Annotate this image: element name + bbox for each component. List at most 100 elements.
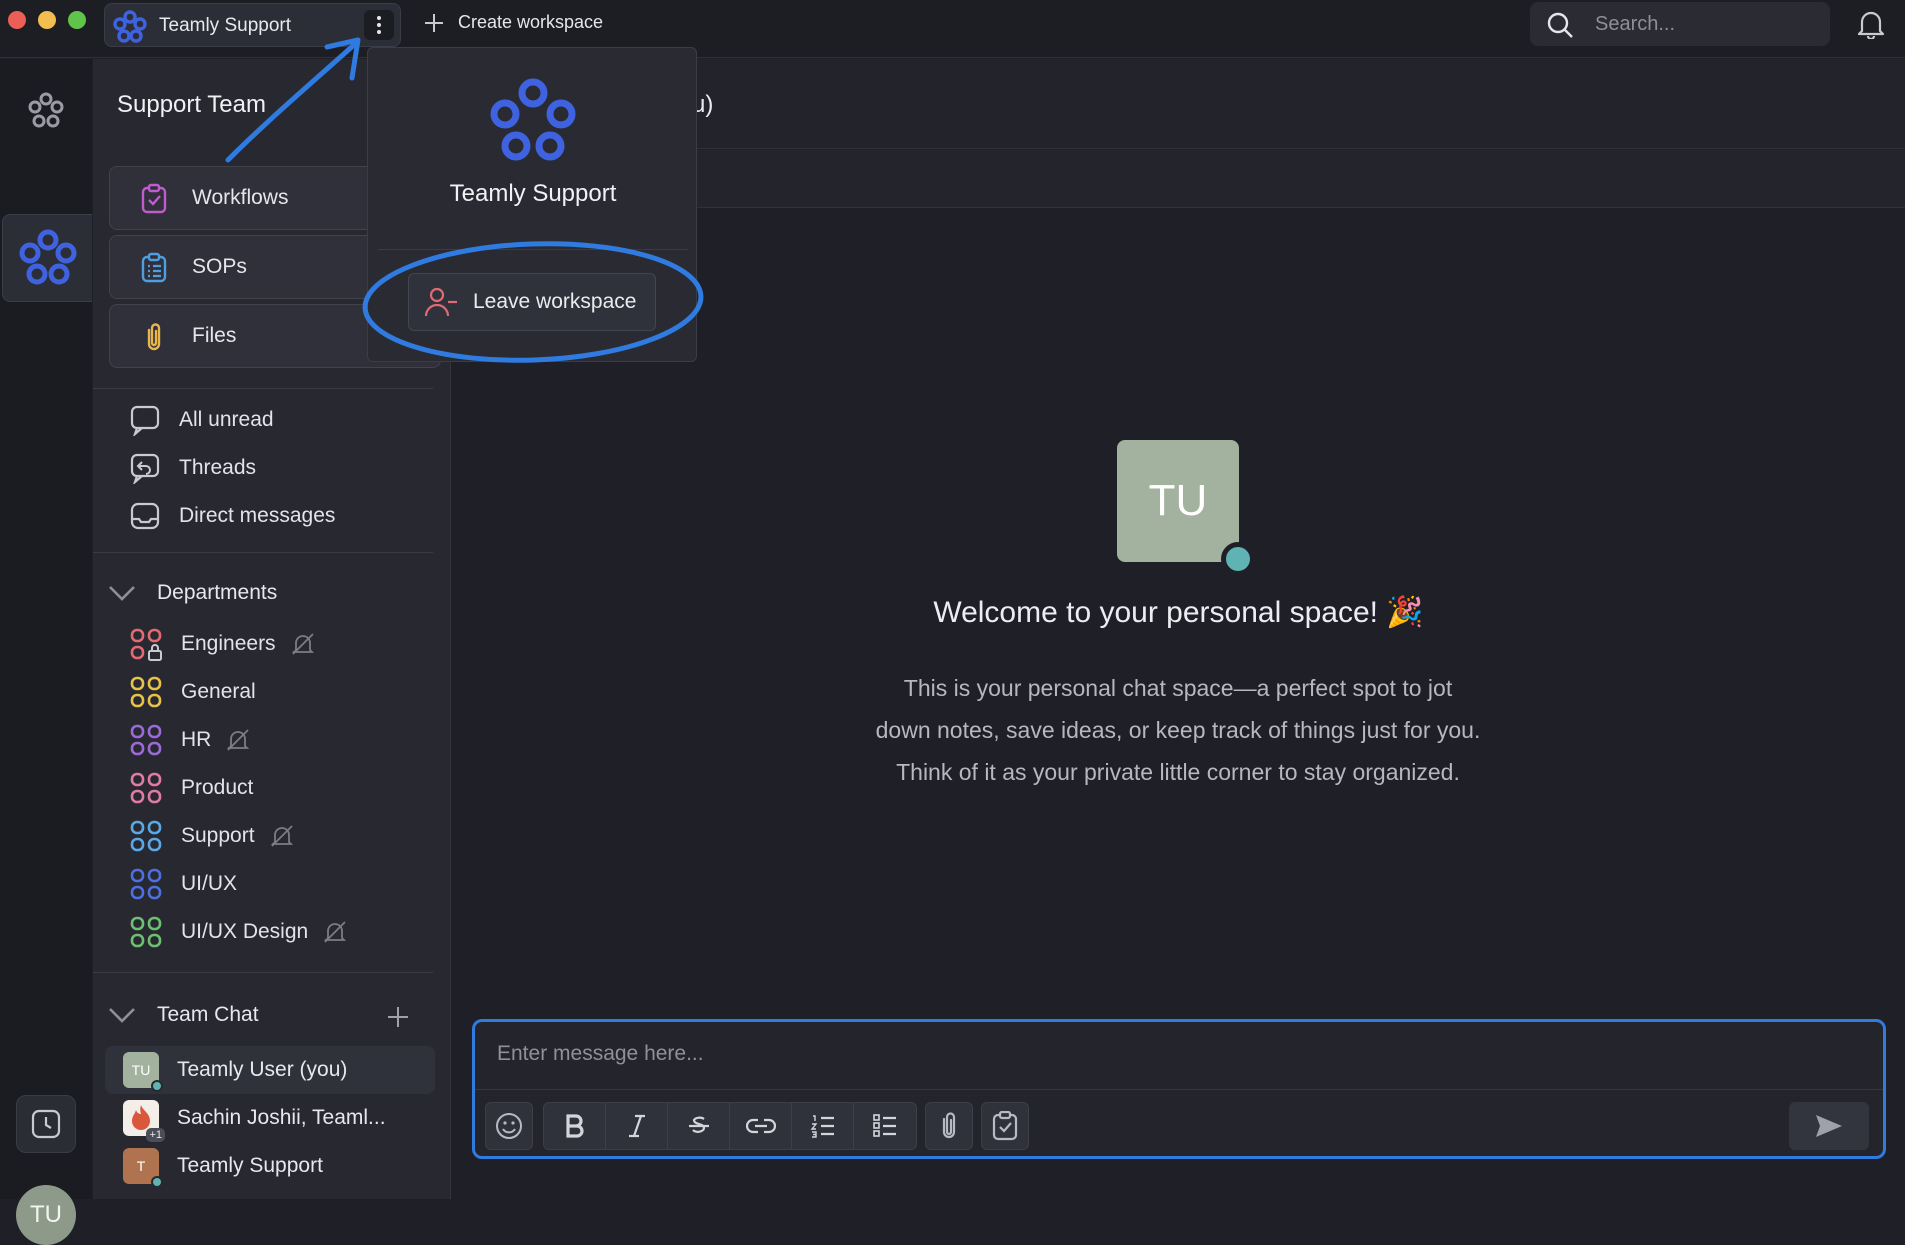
bullet-list-button[interactable] — [854, 1103, 916, 1149]
personal-space-avatar: TU — [1117, 440, 1255, 576]
link-button[interactable] — [730, 1103, 792, 1149]
nav-label: Threads — [179, 456, 257, 479]
clipboard-list-icon — [141, 252, 167, 283]
title-bar: Teamly Support Create workspace Search..… — [0, 0, 1905, 58]
channel-label: UI/UX — [181, 872, 238, 895]
bullet-list-icon — [873, 1114, 896, 1137]
avatar: +1 — [123, 1100, 165, 1142]
workspace-rail: TU — [0, 59, 92, 1245]
strikethrough-icon — [688, 1116, 709, 1133]
bold-icon — [565, 1114, 584, 1138]
departments-header[interactable]: Departments — [107, 581, 277, 605]
workspace-tab[interactable]: Teamly Support — [104, 3, 401, 47]
team-chat-label: Team Chat — [157, 1003, 259, 1026]
avatar-initials: TU — [131, 1062, 151, 1078]
bell-icon[interactable] — [1857, 9, 1885, 39]
online-status-dot — [151, 1176, 163, 1188]
avatar: T — [123, 1148, 163, 1188]
online-status-dot — [151, 1080, 163, 1092]
user-minus-icon — [424, 287, 457, 317]
nav-all-unread[interactable]: All unread — [129, 404, 274, 436]
emoji-icon — [496, 1113, 522, 1139]
message-input[interactable]: Enter message here... — [497, 1042, 704, 1066]
teamly-logo-icon — [113, 10, 147, 43]
divider — [475, 1089, 1883, 1090]
workflows-label: Workflows — [192, 186, 289, 209]
files-label: Files — [192, 324, 237, 347]
channel-product[interactable]: Product — [129, 771, 253, 805]
member-count-badge: +1 — [146, 1128, 165, 1142]
channel-general[interactable]: General — [129, 675, 256, 709]
search-box[interactable]: Search... — [1530, 2, 1830, 46]
chevron-down-icon — [109, 586, 135, 601]
create-workspace-label: Create workspace — [458, 12, 604, 32]
description-line: Think of it as your private little corne… — [896, 759, 1460, 785]
dm-sachin-joshii[interactable]: +1 Sachin Joshii, Teaml... — [105, 1094, 435, 1142]
description-line: down notes, save ideas, or keep track of… — [875, 717, 1481, 743]
italic-button[interactable] — [606, 1103, 668, 1149]
paperclip-icon — [942, 1112, 956, 1139]
channel-icon — [130, 772, 162, 804]
bell-off-icon — [270, 825, 293, 847]
team-chat-header[interactable]: Team Chat — [107, 1003, 259, 1027]
message-composer[interactable]: Enter message here... — [472, 1019, 1886, 1159]
ordered-list-icon — [810, 1115, 834, 1138]
dm-label: Teamly User (you) — [177, 1058, 348, 1081]
divider — [93, 552, 433, 553]
workspace-menu-button[interactable] — [364, 10, 394, 40]
plus-icon — [425, 13, 443, 32]
close-window-button[interactable] — [8, 11, 26, 29]
clock-icon — [31, 1109, 61, 1139]
channel-label: General — [181, 680, 256, 703]
add-task-button[interactable] — [982, 1103, 1028, 1149]
emoji-button[interactable] — [486, 1103, 532, 1149]
search-icon — [1547, 12, 1573, 38]
search-input[interactable]: Search... — [1595, 13, 1675, 36]
dm-teamly-support[interactable]: T Teamly Support — [105, 1142, 435, 1190]
nav-threads[interactable]: Threads — [129, 452, 256, 484]
emoji-toolbar-group — [485, 1102, 533, 1150]
bell-off-icon — [227, 729, 250, 751]
ordered-list-button[interactable] — [792, 1103, 854, 1149]
bell-off-icon — [324, 921, 347, 943]
teamly-logo-icon — [490, 78, 576, 161]
teamly-logo-icon — [19, 229, 77, 285]
channel-ui-ux-design[interactable]: UI/UX Design — [129, 915, 348, 949]
dm-label: Sachin Joshii, Teaml... — [177, 1106, 386, 1129]
channel-label: Support — [181, 824, 255, 847]
zoom-window-button[interactable] — [68, 11, 86, 29]
add-chat-icon[interactable] — [386, 1005, 410, 1029]
dm-teamly-user[interactable]: TU Teamly User (you) — [105, 1046, 435, 1094]
thread-reply-icon — [130, 453, 160, 484]
welcome-description: This is your personal chat space—a perfe… — [792, 667, 1564, 793]
channel-icon — [130, 916, 162, 948]
bold-button[interactable] — [544, 1103, 606, 1149]
create-workspace-button[interactable]: Create workspace — [424, 12, 603, 33]
user-avatar[interactable]: TU — [16, 1185, 76, 1245]
active-workspace-button[interactable] — [2, 214, 92, 302]
inbox-icon — [130, 502, 160, 530]
sidebar-title: Support Team — [117, 91, 266, 118]
welcome-heading: Welcome to your personal space! 🎉 — [933, 596, 1424, 629]
nav-direct-messages[interactable]: Direct messages — [129, 500, 335, 532]
dm-label: Teamly Support — [177, 1154, 323, 1177]
locked-channel-icon — [130, 628, 162, 661]
strikethrough-button[interactable] — [668, 1103, 730, 1149]
channel-icon — [130, 820, 162, 852]
channel-icon — [130, 724, 162, 756]
history-button[interactable] — [16, 1095, 76, 1153]
minimize-window-button[interactable] — [38, 11, 56, 29]
send-button[interactable] — [1789, 1102, 1869, 1150]
leave-workspace-button[interactable]: Leave workspace — [408, 273, 656, 331]
workspace-switcher-icon[interactable] — [0, 89, 92, 133]
channel-ui-ux[interactable]: UI/UX — [129, 867, 237, 901]
channel-label: UI/UX Design — [181, 920, 309, 943]
channel-engineers[interactable]: Engineers — [129, 627, 316, 661]
chevron-down-icon — [109, 1008, 135, 1023]
channel-hr[interactable]: HR — [129, 723, 251, 757]
bell-off-icon — [291, 633, 314, 655]
channel-support[interactable]: Support — [129, 819, 295, 853]
divider — [93, 972, 433, 973]
kebab-menu-icon — [377, 16, 381, 34]
attach-file-button[interactable] — [926, 1103, 972, 1149]
